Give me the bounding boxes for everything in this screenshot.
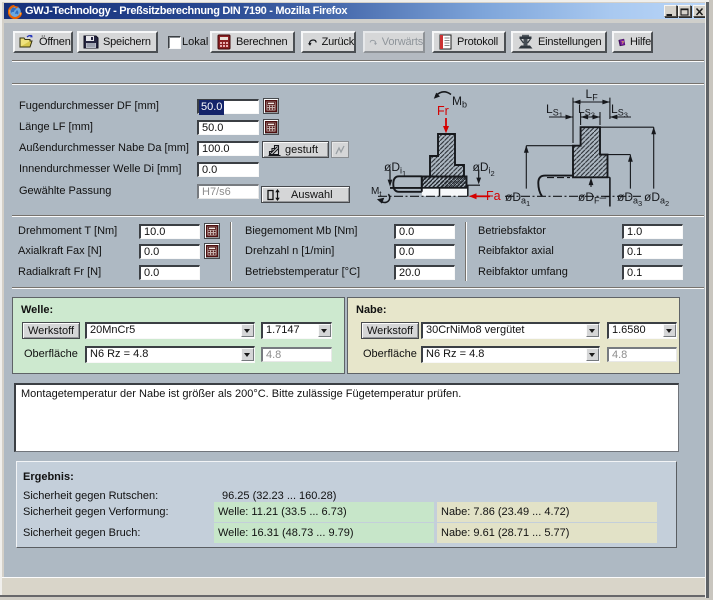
- svg-text:LF: LF: [586, 87, 599, 103]
- svg-text:øDi1: øDi1: [384, 160, 406, 178]
- svg-text:LS1: LS1: [546, 102, 563, 120]
- svg-text:øDa3: øDa3: [617, 190, 642, 208]
- svg-text:?: ?: [621, 40, 624, 45]
- svg-text:øDi2: øDi2: [473, 160, 495, 178]
- svg-text:øDa1: øDa1: [505, 190, 530, 208]
- svg-text:øDa2: øDa2: [644, 190, 669, 208]
- svg-text:Fr: Fr: [437, 104, 449, 118]
- svg-text:Fa: Fa: [486, 189, 501, 203]
- svg-text:Mb: Mb: [452, 94, 467, 110]
- svg-text:Mt: Mt: [371, 186, 382, 198]
- svg-text:øDF–: øDF–: [578, 190, 607, 206]
